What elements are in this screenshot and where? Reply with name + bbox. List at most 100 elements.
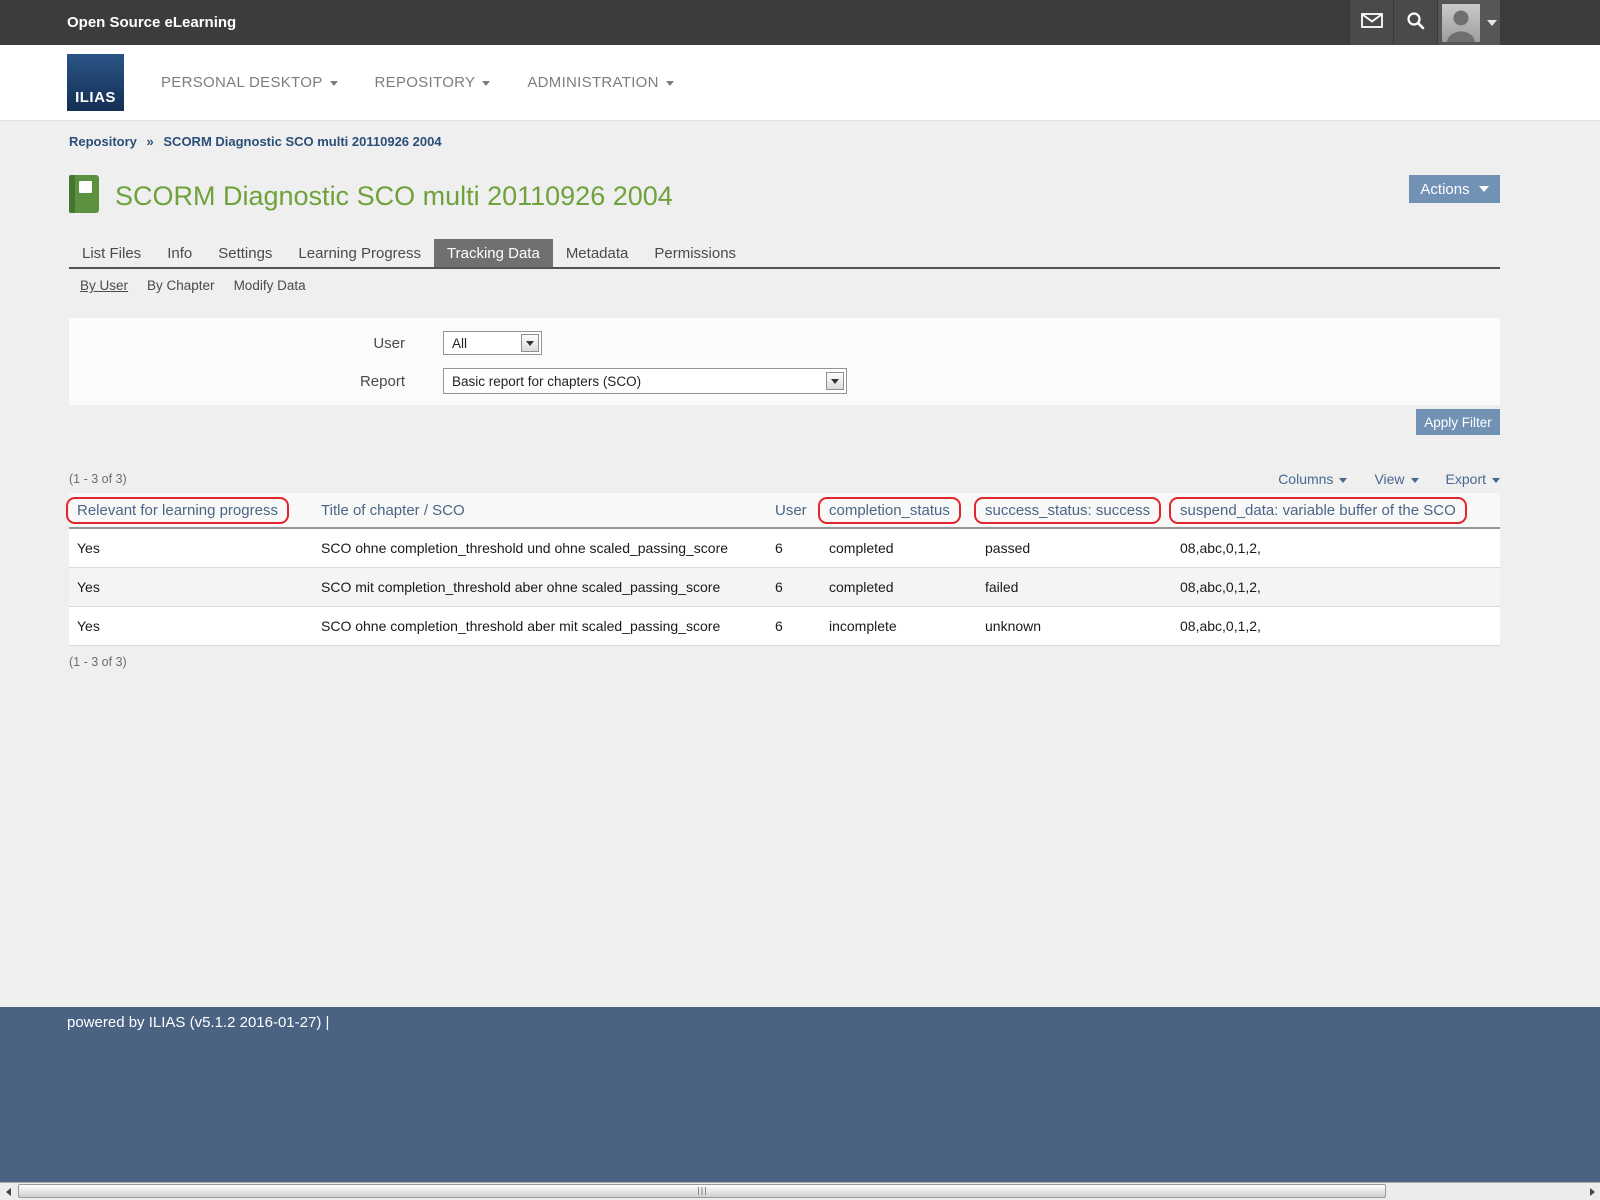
mail-icon bbox=[1361, 13, 1383, 33]
nav-item-administration[interactable]: ADMINISTRATION bbox=[527, 74, 673, 91]
search-button[interactable] bbox=[1393, 0, 1437, 45]
cell-title: SCO mit completion_threshold aber ohne s… bbox=[313, 579, 767, 595]
app-title: Open Source eLearning bbox=[67, 14, 236, 31]
dropdown-arrow-button[interactable] bbox=[826, 372, 844, 390]
table-header-row: Relevant for learning progress Title of … bbox=[69, 493, 1500, 529]
cell-user: 6 bbox=[767, 579, 821, 595]
cell-relevant: Yes bbox=[69, 540, 313, 556]
nav-item-personal-desktop[interactable]: PERSONAL DESKTOP bbox=[161, 74, 338, 91]
user-filter-label: User bbox=[69, 335, 405, 352]
page-title: SCORM Diagnostic SCO multi 20110926 2004 bbox=[115, 181, 673, 212]
breadcrumb-repository-link[interactable]: Repository bbox=[69, 134, 137, 149]
chevron-down-icon bbox=[526, 341, 534, 346]
annotation-box-suspend: suspend_data: variable buffer of the SCO bbox=[1169, 497, 1467, 524]
page-footer: powered by ILIAS (v5.1.2 2016-01-27) | bbox=[0, 1007, 1600, 1182]
columns-label: Columns bbox=[1278, 471, 1333, 487]
apply-filter-button[interactable]: Apply Filter bbox=[1416, 409, 1500, 435]
chevron-down-icon bbox=[1479, 186, 1489, 192]
scroll-left-button[interactable] bbox=[0, 1183, 16, 1200]
column-header-relevant: Relevant for learning progress bbox=[77, 502, 278, 519]
ilias-logo[interactable]: ILIAS bbox=[67, 54, 124, 111]
avatar bbox=[1442, 4, 1480, 42]
breadcrumb-current-link[interactable]: SCORM Diagnostic SCO multi 20110926 2004 bbox=[163, 134, 441, 149]
cell-completion: completed bbox=[821, 579, 977, 595]
chevron-down-icon bbox=[831, 379, 839, 384]
breadcrumb: Repository » SCORM Diagnostic SCO multi … bbox=[69, 121, 1500, 149]
footer-text: powered by ILIAS (v5.1.2 2016-01-27) | bbox=[67, 1014, 329, 1031]
user-menu-button[interactable] bbox=[1437, 0, 1500, 45]
cell-title: SCO ohne completion_threshold und ohne s… bbox=[313, 540, 767, 556]
tab-info[interactable]: Info bbox=[154, 239, 205, 267]
actions-button-label: Actions bbox=[1420, 181, 1469, 198]
nav-item-label: REPOSITORY bbox=[375, 74, 476, 91]
cell-suspend: 08,abc,0,1,2, bbox=[1172, 579, 1500, 595]
topbar-actions bbox=[1349, 0, 1500, 45]
tab-metadata[interactable]: Metadata bbox=[553, 239, 642, 267]
cell-suspend: 08,abc,0,1,2, bbox=[1172, 618, 1500, 634]
scrollbar-grip-icon bbox=[698, 1187, 706, 1195]
table-row: Yes SCO ohne completion_threshold und oh… bbox=[69, 529, 1500, 568]
chevron-down-icon bbox=[666, 81, 674, 86]
tab-list-files[interactable]: List Files bbox=[69, 239, 154, 267]
cell-completion: incomplete bbox=[821, 618, 977, 634]
filter-panel: User All Report Basic report for chapter… bbox=[69, 318, 1500, 405]
main-navbar: ILIAS PERSONAL DESKTOP REPOSITORY ADMINI… bbox=[0, 45, 1600, 121]
table-row: Yes SCO ohne completion_threshold aber m… bbox=[69, 607, 1500, 646]
subtab-by-user[interactable]: By User bbox=[80, 278, 128, 293]
cell-user: 6 bbox=[767, 540, 821, 556]
report-filter-label: Report bbox=[69, 373, 405, 390]
search-icon bbox=[1406, 11, 1425, 35]
dropdown-arrow-button[interactable] bbox=[521, 334, 539, 352]
scrollbar-thumb[interactable] bbox=[18, 1184, 1386, 1198]
report-filter-value: Basic report for chapters (SCO) bbox=[444, 374, 826, 389]
chevron-down-icon bbox=[330, 81, 338, 86]
result-range-bottom: (1 - 3 of 3) bbox=[69, 655, 1500, 669]
mail-button[interactable] bbox=[1349, 0, 1393, 45]
tab-settings[interactable]: Settings bbox=[205, 239, 285, 267]
column-header-suspend-data: suspend_data: variable buffer of the SCO bbox=[1180, 502, 1456, 519]
annotation-box-success: success_status: success bbox=[974, 497, 1161, 524]
tab-tracking-data[interactable]: Tracking Data bbox=[434, 239, 553, 267]
scorm-module-icon bbox=[69, 175, 99, 218]
chevron-down-icon bbox=[1411, 478, 1419, 483]
export-label: Export bbox=[1446, 471, 1486, 487]
report-filter-select[interactable]: Basic report for chapters (SCO) bbox=[443, 368, 847, 394]
subtab-modify-data[interactable]: Modify Data bbox=[234, 278, 306, 293]
breadcrumb-separator: » bbox=[147, 134, 154, 149]
nav-item-label: PERSONAL DESKTOP bbox=[161, 74, 323, 91]
tab-learning-progress[interactable]: Learning Progress bbox=[285, 239, 434, 267]
arrow-right-icon bbox=[1590, 1188, 1595, 1196]
subtab-by-chapter[interactable]: By Chapter bbox=[147, 278, 215, 293]
topbar: Open Source eLearning bbox=[0, 0, 1600, 45]
tab-permissions[interactable]: Permissions bbox=[641, 239, 749, 267]
subtab-bar: By User By Chapter Modify Data bbox=[69, 278, 1500, 293]
cell-relevant: Yes bbox=[69, 579, 313, 595]
cell-completion: completed bbox=[821, 540, 977, 556]
chevron-down-icon bbox=[1339, 478, 1347, 483]
annotation-box-completion: completion_status bbox=[818, 497, 961, 524]
column-header-success-status: success_status: success bbox=[985, 502, 1150, 519]
cell-suspend: 08,abc,0,1,2, bbox=[1172, 540, 1500, 556]
columns-dropdown[interactable]: Columns bbox=[1278, 471, 1347, 487]
cell-title: SCO ohne completion_threshold aber mit s… bbox=[313, 618, 767, 634]
horizontal-scrollbar[interactable] bbox=[0, 1182, 1600, 1200]
scroll-right-button[interactable] bbox=[1584, 1183, 1600, 1200]
actions-button[interactable]: Actions bbox=[1409, 175, 1500, 203]
arrow-left-icon bbox=[6, 1188, 11, 1196]
column-header-title: Title of chapter / SCO bbox=[313, 502, 767, 519]
table-row: Yes SCO mit completion_threshold aber oh… bbox=[69, 568, 1500, 607]
chevron-down-icon bbox=[1492, 478, 1500, 483]
nav-item-label: ADMINISTRATION bbox=[527, 74, 658, 91]
tab-bar: List Files Info Settings Learning Progre… bbox=[69, 239, 1500, 269]
view-dropdown[interactable]: View bbox=[1374, 471, 1418, 487]
column-header-completion-status: completion_status bbox=[829, 502, 950, 519]
export-dropdown[interactable]: Export bbox=[1446, 471, 1500, 487]
chevron-down-icon bbox=[482, 81, 490, 86]
nav-item-repository[interactable]: REPOSITORY bbox=[375, 74, 491, 91]
cell-success: passed bbox=[977, 540, 1172, 556]
column-header-user: User bbox=[767, 502, 821, 519]
user-filter-value: All bbox=[444, 336, 521, 351]
result-range-top: (1 - 3 of 3) bbox=[69, 472, 127, 486]
cell-success: unknown bbox=[977, 618, 1172, 634]
user-filter-select[interactable]: All bbox=[443, 331, 542, 355]
